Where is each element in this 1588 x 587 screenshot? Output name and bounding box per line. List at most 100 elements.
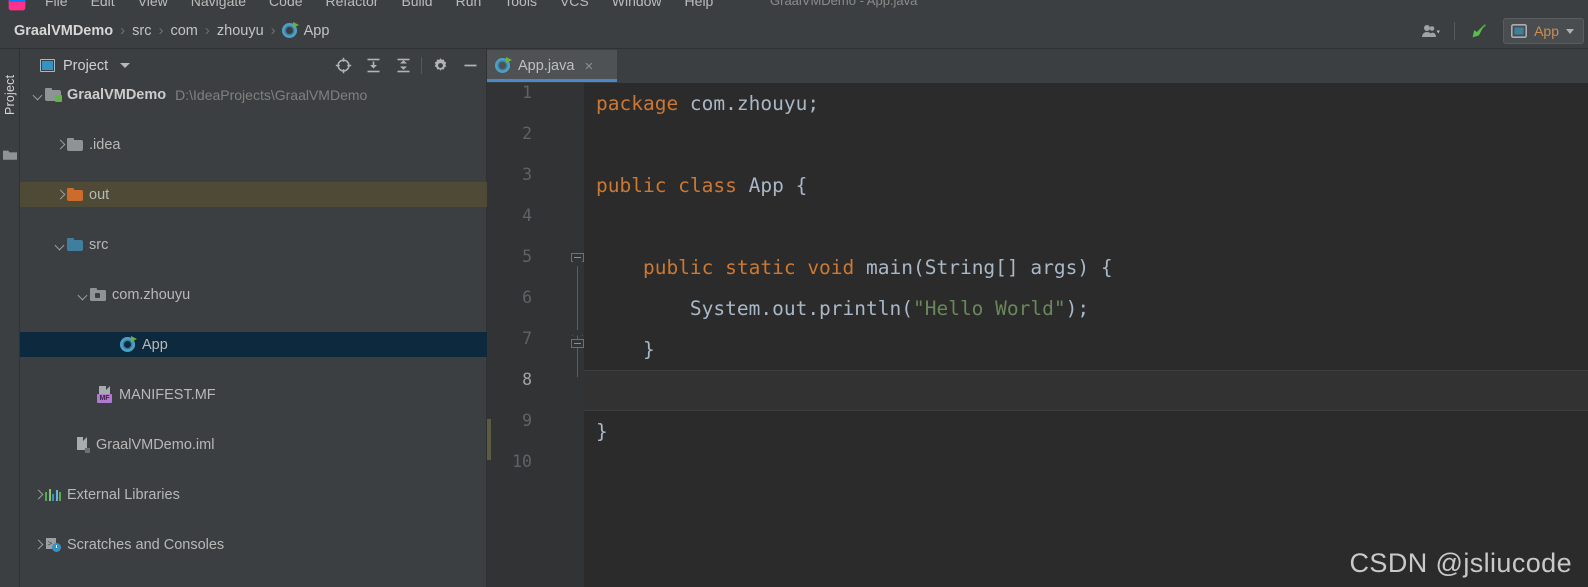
java-class-icon (120, 337, 136, 353)
manifest-file-icon: MF (97, 386, 114, 403)
menu-item-run[interactable]: Run (456, 0, 482, 11)
tree-node-idea[interactable]: .idea (20, 132, 487, 157)
tree-node-manifest[interactable]: MF MANIFEST.MF (20, 382, 487, 407)
tree-node-label: GraalVMDemo.iml (96, 437, 214, 453)
line-number: 6 (492, 288, 532, 307)
breadcrumb-separator: › (270, 13, 277, 49)
code-token: } (596, 338, 655, 361)
chevron-down-icon[interactable] (120, 63, 130, 68)
chevron-right-icon[interactable] (32, 538, 45, 551)
tree-node-label: Scratches and Consoles (67, 537, 224, 553)
caret-line-marker (487, 419, 491, 460)
editor-tab-app-java[interactable]: App.java × (487, 50, 617, 82)
code-token: public class (596, 174, 749, 197)
editor-gutter[interactable]: 1 2 3 4 5 6 7 8 9 10 (487, 83, 584, 587)
java-class-icon (495, 58, 511, 74)
account-button[interactable] (1414, 17, 1448, 45)
code-line-6: System.out.println("Hello World"); (584, 288, 1588, 329)
chevron-down-icon[interactable] (32, 88, 45, 101)
code-line-10 (584, 452, 1588, 493)
fold-collapse-icon-end[interactable] (571, 335, 584, 348)
menu-bar: File Edit View Navigate Code Refactor Bu… (0, 0, 1588, 13)
fold-collapse-icon-main[interactable] (571, 253, 584, 266)
tree-node-out[interactable]: out (20, 182, 487, 207)
menu-item-help[interactable]: Help (685, 0, 714, 11)
menu-items: File Edit View Navigate Code Refactor Bu… (45, 0, 713, 11)
menu-item-vcs[interactable]: VCS (560, 0, 589, 11)
code-token: public static void (596, 256, 866, 279)
tool-window-button-project[interactable]: Project (0, 55, 20, 135)
breadcrumb-item-com[interactable]: com (164, 13, 203, 49)
code-content[interactable]: package com.zhouyu; public class App { p… (584, 83, 1588, 587)
tree-node-com-zhouyu[interactable]: com.zhouyu (20, 282, 487, 307)
chevron-right-icon[interactable] (54, 188, 67, 201)
java-class-icon (282, 23, 298, 39)
breadcrumb-item-project[interactable]: GraalVMDemo (8, 13, 119, 49)
code-line-5: public static void main(String[] args) { (584, 247, 1588, 288)
chevron-down-icon[interactable] (54, 238, 67, 251)
tree-node-label: com.zhouyu (112, 287, 190, 303)
scroll-from-source-button[interactable] (328, 53, 358, 79)
run-configuration-selector[interactable]: App (1503, 18, 1584, 44)
chevron-right-icon[interactable] (54, 138, 67, 151)
expand-all-button[interactable] (358, 53, 388, 79)
code-token-string: "Hello World" (913, 297, 1066, 320)
chevron-right-icon[interactable] (32, 488, 45, 501)
chevron-down-icon[interactable] (77, 288, 90, 301)
fold-region-line (577, 261, 578, 377)
tree-node-app[interactable]: App (20, 332, 487, 357)
navbar-toolbar: App (1414, 13, 1584, 49)
line-number: 7 (492, 329, 532, 348)
menu-item-window[interactable]: Window (612, 0, 662, 11)
code-folding-strip[interactable] (571, 83, 584, 587)
breadcrumb-item-src[interactable]: src (126, 13, 157, 49)
menu-item-file[interactable]: File (45, 0, 68, 11)
tree-node-src[interactable]: src (20, 232, 487, 257)
tree-node-label: src (89, 237, 108, 253)
code-token: } (596, 420, 608, 443)
tree-node-scratches[interactable]: >_ Scratches and Consoles (20, 532, 487, 557)
project-view-icon (40, 59, 55, 72)
folder-icon[interactable] (3, 149, 17, 160)
intellij-logo-icon (6, 0, 28, 12)
tree-node-external-libraries[interactable]: External Libraries (20, 482, 487, 507)
menu-item-code[interactable]: Code (269, 0, 302, 11)
menu-item-refactor[interactable]: Refactor (326, 0, 379, 11)
code-line-4 (584, 206, 1588, 247)
toolbar-divider (421, 57, 422, 74)
menu-item-navigate[interactable]: Navigate (191, 0, 246, 11)
tree-node-graalvmdemo[interactable]: GraalVMDemo D:\IdeaProjects\GraalVMDemo (20, 82, 487, 107)
close-icon[interactable]: × (584, 59, 593, 74)
code-token: App { (749, 174, 808, 197)
menu-item-edit[interactable]: Edit (91, 0, 115, 11)
code-line-9: } (584, 411, 1588, 452)
breadcrumb-item-app[interactable]: App (277, 13, 336, 49)
options-button[interactable] (425, 53, 455, 79)
folder-blue-icon (67, 238, 83, 251)
project-tree[interactable]: GraalVMDemo D:\IdeaProjects\GraalVMDemo … (20, 82, 487, 587)
collapse-all-button[interactable] (388, 53, 418, 79)
breadcrumb: GraalVMDemo › src › com › zhouyu › App (8, 13, 335, 49)
tree-node-label: GraalVMDemo (67, 87, 166, 103)
collapse-all-icon (395, 57, 412, 74)
folder-orange-icon (67, 188, 83, 201)
menu-item-view[interactable]: View (138, 0, 168, 11)
user-account-icon (1421, 23, 1441, 39)
menu-item-build[interactable]: Build (401, 0, 432, 11)
menu-item-tools[interactable]: Tools (504, 0, 537, 11)
code-token: System.out.println( (596, 297, 913, 320)
navigation-bar: GraalVMDemo › src › com › zhouyu › App (0, 13, 1588, 49)
breadcrumb-item-zhouyu[interactable]: zhouyu (211, 13, 270, 49)
scratches-icon: >_ (45, 538, 61, 552)
tree-node-label: MANIFEST.MF (119, 387, 216, 403)
build-hammer-icon (1468, 20, 1490, 42)
tree-node-iml[interactable]: GraalVMDemo.iml (20, 432, 487, 457)
build-button[interactable] (1461, 17, 1497, 45)
line-number: 3 (492, 165, 532, 184)
code-token: package (596, 92, 678, 115)
breadcrumb-separator: › (204, 13, 211, 49)
hide-panel-button[interactable] (455, 53, 485, 79)
line-number: 5 (492, 247, 532, 266)
breadcrumb-item-app-label: App (304, 13, 330, 49)
tree-node-label: out (89, 187, 109, 203)
